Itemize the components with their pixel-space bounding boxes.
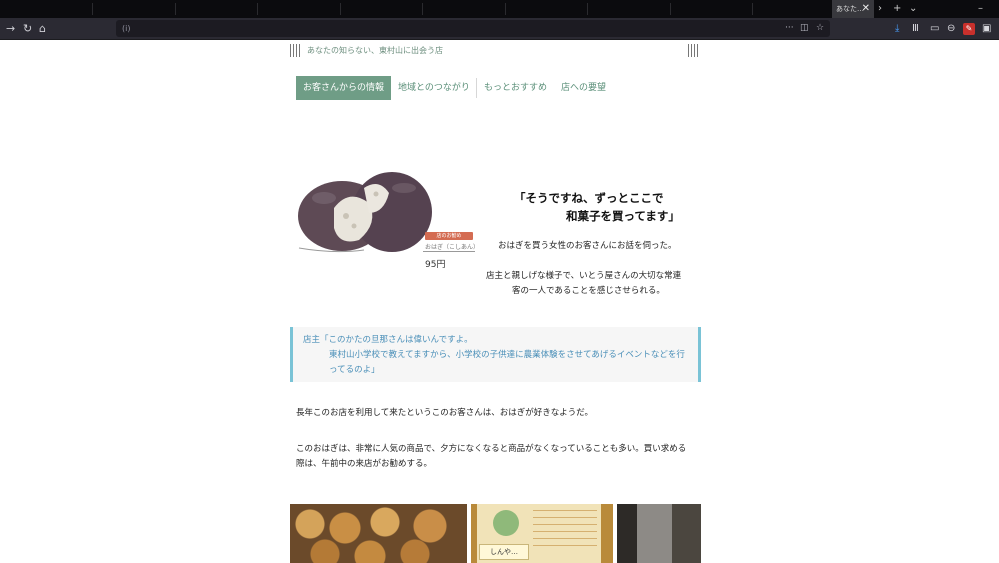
tab-customer-info[interactable]: お客さんからの情報 (296, 76, 392, 100)
tab-separator (505, 3, 506, 15)
library-icon[interactable]: Ⅲ (912, 18, 919, 40)
quote-line-1: 「そうですね、ずっとここで (514, 191, 664, 205)
chevron-right-icon[interactable]: › (878, 0, 882, 18)
site-header: あなたの知らない、東村山に出会う店 (290, 44, 702, 58)
article-desc-line-2: 客の一人であることを感じさせられる。 (512, 286, 665, 296)
tab-community[interactable]: 地域とのつながり (398, 76, 470, 100)
extension-save-icon[interactable]: ▣ (982, 18, 991, 40)
tab-separator (257, 3, 258, 15)
new-tab-icon[interactable]: + (893, 0, 901, 18)
forward-icon[interactable]: → (6, 18, 15, 40)
site-tagline: あなたの知らない、東村山に出会う店 (307, 46, 443, 55)
callout-line-2: 東村山小学校で教えてますから、小学校の子供達に農業体験をさせてあげるイベントなど… (329, 350, 685, 360)
account-icon[interactable]: ⊖ (947, 18, 955, 40)
article-body-line-2: このおはぎは、非常に人気の商品で、夕方になくなると商品がなくなっていることも多い… (296, 444, 687, 454)
reload-icon[interactable]: ↻ (23, 18, 32, 40)
url-text: (i) (122, 24, 131, 33)
ohagi-illustration (298, 172, 432, 253)
shopkeeper-callout: 店主「このかたの旦那さんは偉いんですよ。 東村山小学校で教えてますから、小学校の… (290, 327, 701, 382)
tab-separator (175, 3, 176, 15)
barcode-decoration-icon (688, 44, 700, 57)
price-underline (423, 251, 475, 252)
home-icon[interactable]: ⌂ (39, 18, 46, 40)
tab-separator (587, 3, 588, 15)
photo-ohagi-tray (290, 504, 467, 563)
photo-shop-sign: しんや… (471, 504, 613, 563)
tab-separator (92, 3, 93, 15)
article-body-line-1: 長年このお店を利用して来たというこのお客さんは、おはぎが好きなようだ。 (296, 408, 593, 418)
article-lead: おはぎを買う女性のお客さんにお話を伺った。 (498, 241, 677, 251)
url-bar[interactable]: (i) ··· ◫ ☆ (116, 20, 830, 37)
tab-separator (670, 3, 671, 15)
tab-divider (476, 78, 477, 98)
product-price: 95円 (425, 260, 446, 270)
close-icon[interactable]: ✕ (862, 0, 870, 18)
recommend-badge: 店のお勧め (425, 232, 473, 240)
article-body-line-3: 際は、午前中の来店がお勧めする。 (296, 459, 433, 469)
barcode-logo-icon (290, 44, 302, 57)
tab-separator (422, 3, 423, 15)
tab-recommend[interactable]: もっとおすすめ (484, 76, 547, 100)
melon-poster-icon (493, 510, 519, 536)
browser-tab-strip: あなた… ✕ › + ⌄ – (0, 0, 999, 18)
tab-separator (752, 3, 753, 15)
article-desc-line-1: 店主と親しげな様子で、いとう屋さんの大切な常連 (486, 271, 682, 281)
tab-request[interactable]: 店への要望 (561, 76, 606, 100)
bookmark-star-icon[interactable]: ☆ (816, 20, 824, 37)
more-icon[interactable]: ··· (785, 20, 794, 37)
minimize-icon[interactable]: – (978, 0, 983, 18)
browser-tab-active[interactable]: あなた… ✕ (832, 0, 874, 18)
download-icon[interactable]: ⤓ (895, 18, 899, 40)
pocket-icon[interactable]: ◫ (800, 20, 809, 37)
photo-shop-interior (617, 504, 701, 563)
callout-line-1: 店主「このかたの旦那さんは偉いんですよ。 (303, 335, 473, 345)
callout-line-3: ってるのよ」 (329, 365, 380, 375)
sidebar-icon[interactable]: ▭ (930, 18, 939, 40)
chevron-down-icon[interactable]: ⌄ (909, 0, 917, 18)
product-name: おはぎ（こしあん） (425, 244, 480, 251)
browser-tab-title: あなた… (836, 5, 864, 13)
extension-icon[interactable]: ✎ (963, 23, 975, 35)
quote-line-2: 和菓子を買ってます」 (566, 209, 680, 223)
tab-separator (340, 3, 341, 15)
price-list-poster (533, 506, 597, 546)
poster-label: しんや… (479, 544, 529, 560)
